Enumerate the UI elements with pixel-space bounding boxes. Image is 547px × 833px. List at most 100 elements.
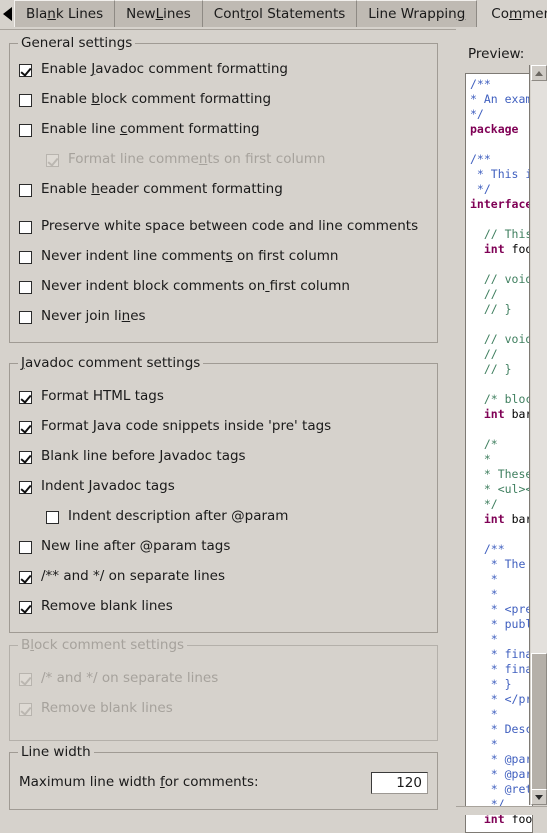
checkbox-checked-icon[interactable] (19, 570, 32, 584)
checkbox-label: Never indent block comments on first col… (41, 278, 350, 295)
checkbox-checked-icon[interactable] (19, 480, 32, 494)
code-line: * } (470, 677, 512, 691)
code-line: int foo3 (483, 242, 532, 256)
checkbox-checked-icon[interactable] (19, 420, 32, 434)
checkbox-checked-icon (46, 153, 59, 167)
code-line: */ (470, 497, 498, 511)
checkbox-row-and-on-separate-lines: /* and */ on separate lines (19, 668, 218, 690)
checkbox-row-never-indent-line-comments-on-first-column[interactable]: Never indent line comments on first colu… (19, 246, 338, 268)
checkbox-row-and-on-separate-lines[interactable]: /** and */ on separate lines (19, 566, 225, 588)
group-general-settings: General settings Enable Javadoc comment … (9, 35, 438, 343)
preview-code-text: /** * An exam */package /** * This is */in… (470, 77, 533, 827)
tab-control-statements[interactable]: Cont r ol Statements (202, 0, 358, 27)
tab-scroll-left-button[interactable] (0, 0, 14, 27)
tab-new-lines[interactable]: New Lines (115, 0, 203, 27)
scrollbar-thumb[interactable] (531, 653, 547, 803)
tab-comments[interactable]: Comments (477, 0, 547, 27)
scroll-up-button[interactable] (531, 65, 547, 81)
triangle-down-icon (535, 794, 543, 800)
code-line: */ (470, 182, 491, 196)
checkbox-row-enable-block-comment-formatting[interactable]: Enable block comment formatting (19, 89, 271, 111)
checkbox-row-never-indent-block-comments-on-first-column[interactable]: Never indent block comments on first col… (19, 276, 350, 298)
code-line: */ (470, 107, 484, 121)
code-line: * @par (470, 767, 533, 781)
checkbox-unchecked-icon[interactable] (19, 310, 32, 324)
checkbox-checked-icon (19, 672, 32, 686)
scroll-down-button[interactable] (531, 789, 547, 805)
max-line-width-input[interactable] (371, 772, 428, 794)
scrollbar-track[interactable] (531, 81, 547, 803)
checkbox-row-format-html-tags[interactable]: Format HTML tags (19, 386, 164, 408)
checkbox-row-enable-header-comment-formatting[interactable]: Enable header comment formatting (19, 179, 283, 201)
max-line-width-row: Maximum line width for comments: (19, 770, 428, 796)
tab-line-wrapping[interactable]: Line Wrappin g (357, 0, 478, 27)
triangle-up-icon (535, 70, 543, 76)
code-line: * (470, 632, 498, 646)
checkbox-row-blank-line-before-javadoc-tags[interactable]: Blank line before Javadoc tags (19, 446, 246, 468)
preview-vertical-scrollbar[interactable] (529, 65, 547, 805)
checkbox-checked-icon[interactable] (19, 450, 32, 464)
group-line-width: Line width Maximum line width for commen… (9, 744, 438, 810)
code-line: int bar( (483, 407, 532, 421)
code-line: /** (470, 77, 491, 91)
code-line: * <pre> (470, 602, 533, 616)
checkbox-row-remove-blank-lines[interactable]: Remove blank lines (19, 596, 173, 618)
code-line: // Sys (483, 347, 498, 361)
tab-blank-lines[interactable]: Bla n k Lines (14, 0, 116, 27)
checkbox-label: Never indent line comments on first colu… (41, 248, 339, 265)
code-line: * An exam (470, 92, 533, 106)
checkbox-label: Enable line comment formatting (41, 121, 260, 138)
code-line: * This is (470, 167, 533, 181)
checkbox-unchecked-icon[interactable] (19, 93, 32, 107)
code-line: * @ret (470, 782, 533, 796)
checkbox-row-never-join-lines[interactable]: Never join lines (19, 306, 146, 328)
checkbox-row-format-java-code-snippets-inside-pre-tags[interactable]: Format Java code snippets inside 'pre' t… (19, 416, 331, 438)
code-line: * (470, 707, 498, 721)
group-javadoc-settings: Javadoc comment settings Format HTML tag… (9, 355, 438, 633)
code-line: * These (470, 467, 533, 481)
checkbox-unchecked-icon[interactable] (19, 220, 32, 234)
triangle-left-icon (2, 6, 12, 21)
group-line-width-title: Line width (18, 744, 94, 760)
code-line: * <ul>< (470, 482, 533, 496)
checkbox-unchecked-icon[interactable] (19, 250, 32, 264)
checkbox-row-enable-line-comment-formatting[interactable]: Enable line comment formatting (19, 119, 260, 141)
code-line: // This is (483, 227, 533, 241)
checkbox-unchecked-icon[interactable] (19, 280, 32, 294)
checkbox-row-indent-javadoc-tags[interactable]: Indent Javadoc tags (19, 476, 175, 498)
tab-strip: Bla n k Lines New Lines Cont r ol Statements Li… (0, 0, 547, 29)
code-line: * Descr (470, 722, 533, 736)
code-line: // } (470, 362, 512, 376)
code-line: * final b (490, 662, 532, 676)
checkbox-checked-icon[interactable] (19, 390, 32, 404)
code-line: * @par (470, 752, 533, 766)
max-line-width-label: Maximum line width for comments: (19, 774, 259, 791)
group-javadoc-settings-title: Javadoc comment settings (18, 355, 204, 371)
checkbox-unchecked-icon[interactable] (19, 123, 32, 137)
code-line: /** (470, 152, 491, 166)
checkbox-unchecked-icon[interactable] (46, 510, 59, 524)
code-line: * The fo (490, 557, 526, 571)
checkbox-label: Enable Javadoc comment formatting (41, 61, 288, 78)
checkbox-label: /* and */ on separate lines (41, 670, 219, 687)
checkbox-row-preserve-white-space-between-code-and-line-comments[interactable]: Preserve white space between code and li… (19, 216, 418, 238)
code-line: // } (470, 302, 512, 316)
group-block-settings: Block comment settings /* and */ on sepa… (9, 637, 438, 741)
checkbox-row-new-line-after-param-tags[interactable]: New line after @param tags (19, 536, 230, 558)
checkbox-label: Format Java code snippets inside 'pre' t… (41, 418, 332, 435)
checkbox-checked-icon[interactable] (19, 63, 32, 77)
preview-label: Preview: (468, 46, 525, 62)
code-line: /* block (470, 392, 533, 406)
checkbox-label: Enable block comment formatting (41, 91, 272, 108)
checkbox-row-indent-description-after-param[interactable]: Indent description after @param (46, 506, 288, 528)
checkbox-label: Format HTML tags (41, 388, 164, 405)
checkbox-row-enable-javadoc-comment-formatting[interactable]: Enable Javadoc comment formatting (19, 59, 288, 81)
code-line: * (470, 737, 498, 751)
checkbox-unchecked-icon[interactable] (19, 183, 32, 197)
checkbox-checked-icon[interactable] (19, 600, 32, 614)
preview-code-box[interactable]: /** * An exam */package /** * This is */in… (465, 73, 533, 833)
code-line: * (470, 572, 498, 586)
checkbox-unchecked-icon[interactable] (19, 540, 32, 554)
